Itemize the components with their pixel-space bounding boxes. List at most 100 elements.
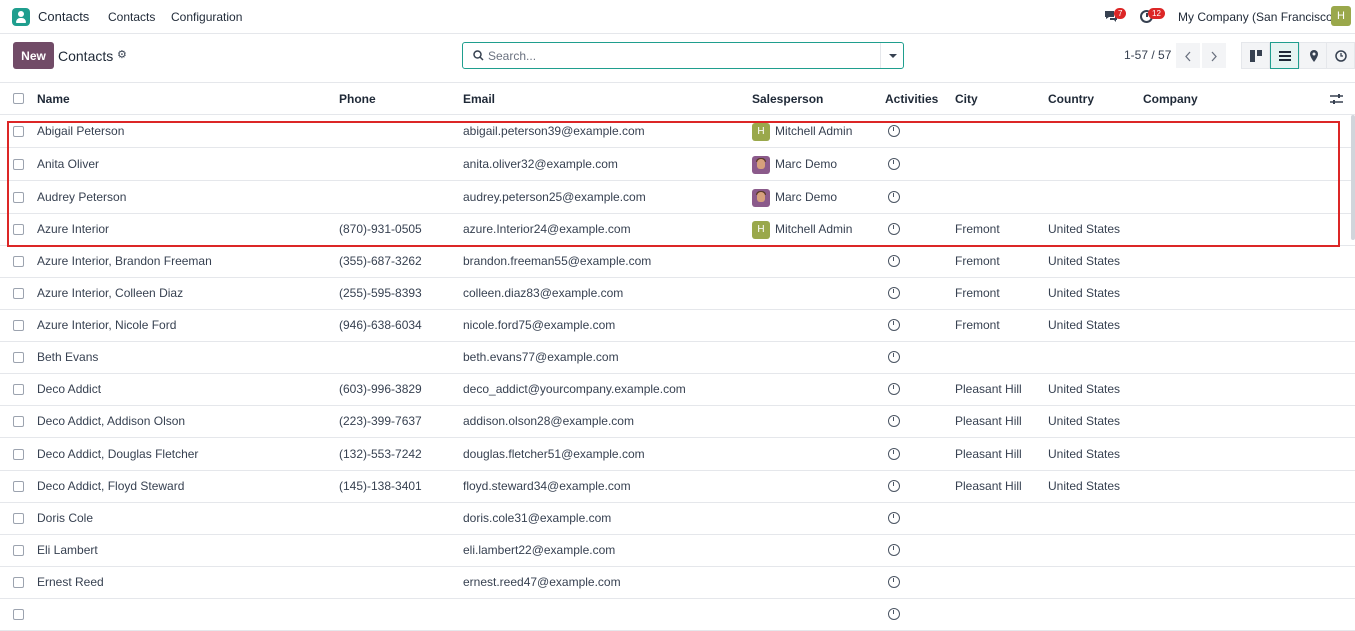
row-checkbox[interactable] xyxy=(13,352,24,363)
row-checkbox[interactable] xyxy=(13,224,24,235)
activity-clock-icon[interactable] xyxy=(888,319,900,331)
optional-columns-icon[interactable] xyxy=(1330,93,1343,105)
table-row[interactable]: Deco Addict (603)-996-3829 deco_addict@you… xyxy=(0,374,1355,406)
activity-clock-icon[interactable] xyxy=(888,351,900,363)
table-row[interactable]: Deco Addict, Addison Olson (223)-399-7637… xyxy=(0,406,1355,438)
menu-configuration[interactable]: Configuration xyxy=(171,10,242,24)
contact-phone: (870)-931-0505 xyxy=(339,222,422,236)
column-header-company[interactable]: Company xyxy=(1143,92,1198,106)
table-row[interactable]: Abigail Peterson abigail.peterson39@examp… xyxy=(0,115,1355,148)
table-row[interactable]: Doris Cole doris.cole31@example.com xyxy=(0,503,1355,535)
new-button[interactable]: New xyxy=(13,42,54,69)
row-checkbox[interactable] xyxy=(13,384,24,395)
row-checkbox[interactable] xyxy=(13,513,24,524)
table-row[interactable] xyxy=(0,599,1355,631)
pager-value[interactable]: 1-57 / 57 xyxy=(1124,48,1171,62)
column-header-email[interactable]: Email xyxy=(463,92,495,106)
column-header-salesperson[interactable]: Salesperson xyxy=(752,92,823,106)
column-header-city[interactable]: City xyxy=(955,92,978,106)
table-row[interactable]: Azure Interior (870)-931-0505 azure.Interi… xyxy=(0,214,1355,246)
row-checkbox[interactable] xyxy=(13,416,24,427)
table-row[interactable]: Ernest Reed ernest.reed47@example.com xyxy=(0,567,1355,599)
table-row[interactable]: Azure Interior, Brandon Freeman (355)-687… xyxy=(0,246,1355,278)
activity-clock-icon[interactable] xyxy=(888,125,900,137)
activity-clock-icon[interactable] xyxy=(888,544,900,556)
activity-clock-icon[interactable] xyxy=(888,512,900,524)
map-pin-icon xyxy=(1310,50,1318,62)
row-checkbox[interactable] xyxy=(13,320,24,331)
row-checkbox[interactable] xyxy=(13,126,24,137)
table-header: Name Phone Email Salesperson Activities … xyxy=(0,83,1355,115)
column-header-activities[interactable]: Activities xyxy=(885,92,938,106)
row-checkbox[interactable] xyxy=(13,449,24,460)
contact-name: Audrey Peterson xyxy=(37,190,127,204)
activity-clock-icon[interactable] xyxy=(888,255,900,267)
chevron-right-icon xyxy=(1211,51,1217,62)
activity-clock-icon[interactable] xyxy=(888,191,900,203)
column-header-country[interactable]: Country xyxy=(1048,92,1094,106)
pager-previous-button[interactable] xyxy=(1176,43,1200,68)
row-checkbox[interactable] xyxy=(13,481,24,492)
activity-clock-icon[interactable] xyxy=(888,608,900,620)
contact-name: Abigail Peterson xyxy=(37,124,125,138)
table-row[interactable]: Azure Interior, Colleen Diaz (255)-595-83… xyxy=(0,278,1355,310)
contact-country: United States xyxy=(1048,222,1121,236)
activity-clock-icon[interactable] xyxy=(888,223,900,235)
contact-email: beth.evans77@example.com xyxy=(463,350,619,364)
contacts-app-icon[interactable] xyxy=(12,8,30,26)
contact-phone: (946)-638-6034 xyxy=(339,318,422,332)
contact-name: Anita Oliver xyxy=(37,157,100,171)
kanban-view-button[interactable] xyxy=(1241,42,1270,69)
activity-clock-icon[interactable] xyxy=(888,287,900,299)
activity-clock-icon[interactable] xyxy=(888,383,900,395)
row-checkbox[interactable] xyxy=(13,159,24,170)
table-row[interactable]: Deco Addict, Douglas Fletcher (132)-553-7… xyxy=(0,438,1355,471)
row-checkbox[interactable] xyxy=(13,288,24,299)
map-view-button[interactable] xyxy=(1299,42,1328,69)
list-view-button[interactable] xyxy=(1270,42,1299,69)
contact-name: Azure Interior, Nicole Ford xyxy=(37,318,177,332)
page-title: Contacts xyxy=(58,48,114,64)
column-header-phone[interactable]: Phone xyxy=(339,92,376,106)
user-avatar[interactable]: H xyxy=(1331,6,1351,26)
contact-name: Beth Evans xyxy=(37,350,99,364)
pager-next-button[interactable] xyxy=(1202,43,1226,68)
contact-name: Deco Addict, Addison Olson xyxy=(37,414,186,428)
table-row[interactable]: Beth Evans beth.evans77@example.com xyxy=(0,342,1355,374)
table-row[interactable]: Deco Addict, Floyd Steward (145)-138-3401… xyxy=(0,471,1355,503)
search-options-toggle[interactable] xyxy=(880,43,903,68)
select-all-checkbox[interactable] xyxy=(13,93,24,104)
app-name[interactable]: Contacts xyxy=(38,9,89,24)
contact-email: deco_addict@yourcompany.example.com xyxy=(463,382,686,396)
search-bar[interactable] xyxy=(462,42,904,69)
contact-email: nicole.ford75@example.com xyxy=(463,318,616,332)
activity-clock-icon[interactable] xyxy=(888,480,900,492)
activity-clock-icon[interactable] xyxy=(888,415,900,427)
column-header-name[interactable]: Name xyxy=(37,92,70,106)
contact-name: Azure Interior xyxy=(37,222,110,236)
gear-icon[interactable]: ⚙ xyxy=(117,50,127,61)
activity-clock-icon[interactable] xyxy=(888,576,900,588)
contact-country: United States xyxy=(1048,479,1121,493)
search-input[interactable] xyxy=(488,47,878,65)
row-checkbox[interactable] xyxy=(13,256,24,267)
scrollbar[interactable] xyxy=(1351,115,1355,240)
row-checkbox[interactable] xyxy=(13,577,24,588)
contact-email: doris.cole31@example.com xyxy=(463,511,612,525)
contact-name: Deco Addict, Douglas Fletcher xyxy=(37,447,199,461)
contact-country: United States xyxy=(1048,254,1121,268)
contact-name: Deco Addict, Floyd Steward xyxy=(37,479,185,493)
activity-clock-icon[interactable] xyxy=(888,448,900,460)
company-switcher[interactable]: My Company (San Francisco) xyxy=(1178,10,1337,24)
table-row[interactable]: Eli Lambert eli.lambert22@example.com xyxy=(0,535,1355,567)
row-checkbox[interactable] xyxy=(13,192,24,203)
activity-view-button[interactable] xyxy=(1326,42,1355,69)
table-row[interactable]: Audrey Peterson audrey.peterson25@example… xyxy=(0,181,1355,214)
row-checkbox[interactable] xyxy=(13,545,24,556)
contact-phone: (145)-138-3401 xyxy=(339,479,422,493)
activity-clock-icon[interactable] xyxy=(888,158,900,170)
menu-contacts[interactable]: Contacts xyxy=(108,10,155,24)
table-body: Abigail Peterson abigail.peterson39@examp… xyxy=(0,115,1355,631)
table-row[interactable]: Azure Interior, Nicole Ford (946)-638-603… xyxy=(0,310,1355,342)
table-row[interactable]: Anita Oliver anita.oliver32@example.com Ma… xyxy=(0,148,1355,181)
